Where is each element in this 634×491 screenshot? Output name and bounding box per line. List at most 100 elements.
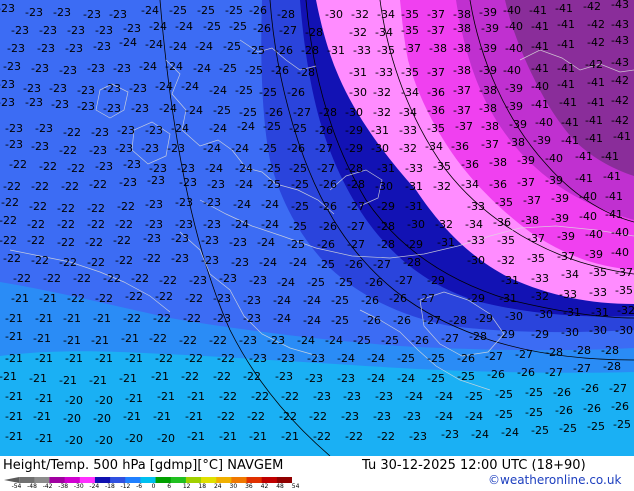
temp-label: -21 [5, 390, 23, 403]
temp-label: -21 [91, 334, 109, 347]
temp-label: -39 [479, 42, 497, 55]
temp-label: -39 [533, 134, 551, 147]
colorbar-tick-label: -38 [58, 483, 69, 490]
temp-label: -32 [349, 26, 367, 39]
temp-label: -30 [589, 324, 607, 337]
temp-label: -23 [143, 232, 161, 245]
temp-label: -21 [89, 374, 107, 387]
temp-label: -27 [573, 362, 591, 375]
temp-label: -23 [95, 160, 113, 173]
temp-label: -31 [563, 306, 581, 319]
temp-label: -24 [145, 38, 163, 51]
temp-label: -29 [467, 292, 485, 305]
temp-label: -37 [427, 24, 445, 37]
temp-label: -24 [119, 36, 137, 49]
temp-label: -41 [561, 116, 579, 129]
temp-label: -24 [465, 410, 483, 423]
temp-label: -27 [417, 292, 435, 305]
temp-label: -22 [63, 126, 81, 139]
temp-label: -22 [27, 234, 45, 247]
temp-label: -24 [139, 60, 157, 73]
temp-label: -22 [149, 332, 167, 345]
temp-label: -26 [517, 366, 535, 379]
temp-label: -22 [213, 370, 231, 383]
temp-label: -26 [555, 404, 573, 417]
temp-label: -27 [279, 24, 297, 37]
temp-label: -21 [123, 410, 141, 423]
temp-label: -41 [585, 132, 603, 145]
temp-label: -26 [271, 64, 289, 77]
temp-label: -23 [201, 234, 219, 247]
temp-label: -32 [531, 290, 549, 303]
temp-label: -23 [87, 62, 105, 75]
temp-label: -28 [347, 178, 365, 191]
colorbar-tick-label: -18 [104, 483, 115, 490]
temp-label: -37 [453, 84, 471, 97]
temp-label: -21 [63, 334, 81, 347]
temp-label: -34 [375, 26, 393, 39]
temp-label: -23 [343, 390, 361, 403]
temp-label: -22 [155, 352, 173, 365]
temp-label: -23 [243, 294, 261, 307]
temp-label: -30 [375, 180, 393, 193]
temp-label: -24 [205, 162, 223, 175]
temp-label: -23 [179, 176, 197, 189]
temp-label: -26 [315, 124, 333, 137]
temp-label: -41 [561, 134, 579, 147]
temp-label: -23 [141, 142, 159, 155]
temp-label: -25 [203, 20, 221, 33]
temp-label: -22 [185, 352, 203, 365]
temp-label: -23 [373, 410, 391, 423]
temp-label: -21 [93, 312, 111, 325]
temp-label: -21 [35, 432, 53, 445]
temp-label: -22 [279, 410, 297, 423]
temp-label: -22 [67, 162, 85, 175]
temp-label: -41 [559, 96, 577, 109]
temp-label: -30 [407, 218, 425, 231]
temp-label: -23 [109, 8, 127, 21]
temp-label: -23 [201, 254, 219, 267]
temp-label: -25 [223, 40, 241, 53]
temp-label: -23 [203, 218, 221, 231]
temp-label: -24 [435, 390, 453, 403]
temp-label: -37 [481, 138, 499, 151]
temp-label: -23 [91, 126, 109, 139]
temp-label: -22 [89, 178, 107, 191]
temp-label: -22 [183, 312, 201, 325]
temp-label: -21 [153, 410, 171, 423]
temp-label: -41 [555, 2, 573, 15]
temp-label: -23 [25, 96, 43, 109]
temp-label: -24 [171, 122, 189, 135]
colorbar-tick-label: -24 [89, 483, 100, 490]
temp-label: -24 [337, 352, 355, 365]
temp-label: -24 [273, 312, 291, 325]
temp-label: -41 [585, 114, 603, 127]
temp-label: -25 [613, 418, 631, 431]
temp-label: -22 [57, 236, 75, 249]
temp-label: -23 [213, 292, 231, 305]
temp-label: -41 [601, 150, 619, 163]
temp-label: -23 [249, 352, 267, 365]
temp-label: -41 [529, 4, 547, 17]
temp-label: -25 [247, 44, 265, 57]
temp-label: -22 [179, 334, 197, 347]
temp-label: -42 [611, 74, 629, 87]
temp-label: -25 [381, 334, 399, 347]
temp-label: -43 [611, 18, 629, 31]
temp-label: -25 [263, 162, 281, 175]
temp-label: -23 [239, 334, 257, 347]
temp-label: -22 [1, 196, 19, 209]
temp-label: -40 [545, 152, 563, 165]
credit-link[interactable]: ©weatheronline.co.uk [488, 473, 621, 487]
temp-label: -28 [449, 314, 467, 327]
temp-label: -41 [557, 78, 575, 91]
temp-label: -32 [433, 180, 451, 193]
temp-label: -24 [185, 104, 203, 117]
temp-label: -33 [399, 124, 417, 137]
temp-label: -22 [247, 410, 265, 423]
temp-label: -22 [103, 272, 121, 285]
temp-label: -25 [465, 390, 483, 403]
temp-label: -23 [83, 8, 101, 21]
temp-label: -37 [615, 266, 633, 279]
temp-label: -24 [297, 334, 315, 347]
